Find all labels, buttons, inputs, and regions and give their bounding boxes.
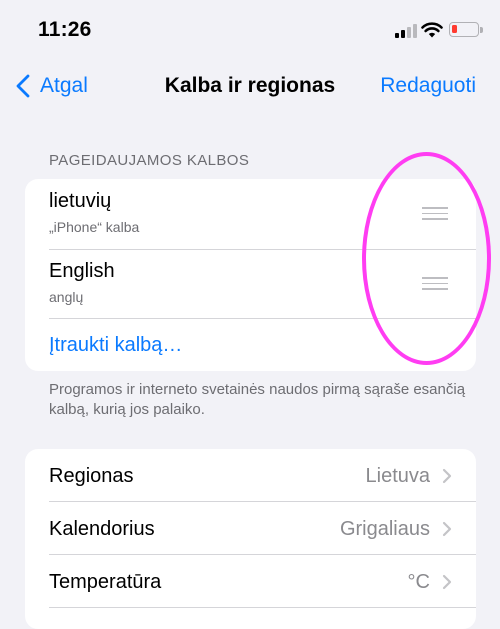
language-subtitle: „iPhone“ kalba	[49, 219, 140, 235]
wifi-icon	[421, 22, 443, 38]
annotation-ellipse	[362, 152, 491, 365]
languages-footer-note: Programos ir interneto svetainės naudos …	[49, 381, 466, 418]
setting-label: Regionas	[49, 465, 134, 487]
navigation-bar: Atgal Kalba ir regionas Redaguoti	[0, 62, 500, 110]
chevron-right-icon	[442, 574, 452, 590]
language-subtitle: anglų	[49, 289, 84, 305]
divider	[49, 607, 476, 608]
status-bar: 11:26	[0, 0, 500, 60]
region-settings-list: Regionas Lietuva Kalendorius Grigaliaus …	[25, 449, 476, 629]
preferred-languages-header: PAGEIDAUJAMOS KALBOS	[49, 152, 250, 169]
chevron-right-icon	[442, 521, 452, 537]
status-time: 11:26	[38, 18, 92, 41]
setting-label: Kalendorius	[49, 518, 155, 540]
edit-button[interactable]: Redaguoti	[380, 74, 476, 98]
calendar-row[interactable]: Kalendorius Grigaliaus	[25, 502, 476, 555]
language-name: English	[49, 260, 115, 282]
temperature-row[interactable]: Temperatūra °C	[25, 555, 476, 608]
setting-value: Grigaliaus	[339, 518, 430, 540]
setting-value: Lietuva	[365, 465, 431, 487]
battery-cap	[480, 27, 483, 33]
setting-label: Temperatūra	[49, 571, 162, 593]
region-row[interactable]: Regionas Lietuva	[25, 449, 476, 502]
add-language-button[interactable]: Įtraukti kalbą…	[49, 334, 182, 357]
chevron-right-icon	[442, 468, 452, 484]
cellular-signal-icon	[395, 24, 417, 38]
battery-icon	[449, 22, 479, 37]
setting-value: °C	[407, 571, 430, 593]
language-name: lietuvių	[49, 190, 112, 212]
